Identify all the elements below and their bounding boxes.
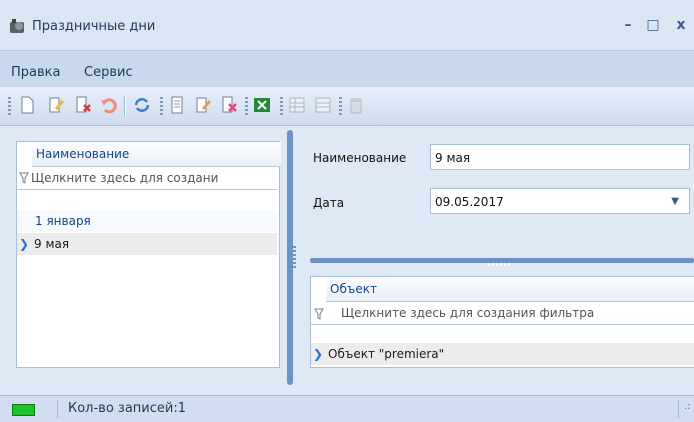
status-led-icon <box>12 404 35 416</box>
filter-icon <box>19 172 29 184</box>
minimize-button[interactable]: – <box>617 14 639 36</box>
menu-bar: Правка Сервис <box>0 50 694 88</box>
grid-header-object[interactable]: Объект <box>326 277 694 302</box>
properties-icon[interactable] <box>167 95 187 115</box>
edit-document-icon[interactable] <box>46 95 66 115</box>
table-cell: Объект "premiera" <box>328 347 445 361</box>
holidays-grid: Наименование Щелкните здесь для создани … <box>16 141 281 368</box>
menu-edit[interactable]: Правка <box>11 65 60 80</box>
window-title: Праздничные дни <box>32 19 156 34</box>
grid-settings-icon[interactable] <box>287 95 307 115</box>
grid-filter-row[interactable]: Щелкните здесь для создания фильтра <box>311 302 694 325</box>
toolbar <box>0 87 694 126</box>
menu-service[interactable]: Сервис <box>84 65 133 80</box>
objects-grid: Объект Щелкните здесь для создания фильт… <box>310 276 694 368</box>
filter-placeholder: Щелкните здесь для создания фильтра <box>341 306 595 320</box>
table-row-selected[interactable]: ❯ Объект "premiera" <box>311 343 694 365</box>
close-button[interactable]: x <box>670 14 692 36</box>
resize-grip-icon[interactable]: .: <box>684 401 691 412</box>
grid-header-name[interactable]: Наименование <box>32 142 281 167</box>
filter-icon <box>314 308 324 320</box>
title-bar: Праздничные дни – □ x <box>0 0 694 50</box>
table-row-selected[interactable]: ❯ 9 мая <box>17 233 277 255</box>
status-bar: Кол-во записей:1 .: <box>0 395 694 422</box>
undo-icon[interactable] <box>99 95 119 115</box>
grid-remove-icon[interactable] <box>313 95 333 115</box>
new-document-icon[interactable] <box>17 95 37 115</box>
row-indicator-icon: ❯ <box>312 347 324 361</box>
delete-record-icon[interactable] <box>219 95 239 115</box>
date-label: Дата <box>313 196 345 210</box>
chevron-down-icon[interactable]: ▼ <box>671 189 679 215</box>
delete-document-icon[interactable] <box>73 95 93 115</box>
table-cell: 1 января <box>35 214 91 228</box>
trash-icon[interactable] <box>346 95 366 115</box>
calendar-app-icon <box>10 19 24 33</box>
splitter-grip-icon <box>488 263 512 266</box>
date-value: 09.05.2017 <box>435 195 504 209</box>
row-indicator-icon: ❯ <box>18 237 30 251</box>
refresh-icon[interactable] <box>132 95 152 115</box>
table-cell: 9 мая <box>34 237 70 251</box>
name-label: Наименование <box>313 151 407 165</box>
table-row[interactable]: 1 января <box>17 210 277 232</box>
splitter-grip-icon <box>293 246 296 270</box>
edit-record-icon[interactable] <box>193 95 213 115</box>
excel-export-icon[interactable] <box>252 95 272 115</box>
name-field[interactable]: 9 мая <box>430 144 690 170</box>
maximize-button[interactable]: □ <box>642 14 664 36</box>
date-field[interactable]: 09.05.2017 ▼ <box>430 188 690 214</box>
grid-filter-row[interactable]: Щелкните здесь для создани <box>17 167 277 190</box>
toolbar-grip[interactable] <box>8 97 11 115</box>
filter-placeholder: Щелкните здесь для создани <box>31 171 219 185</box>
record-count: Кол-во записей:1 <box>68 401 187 416</box>
